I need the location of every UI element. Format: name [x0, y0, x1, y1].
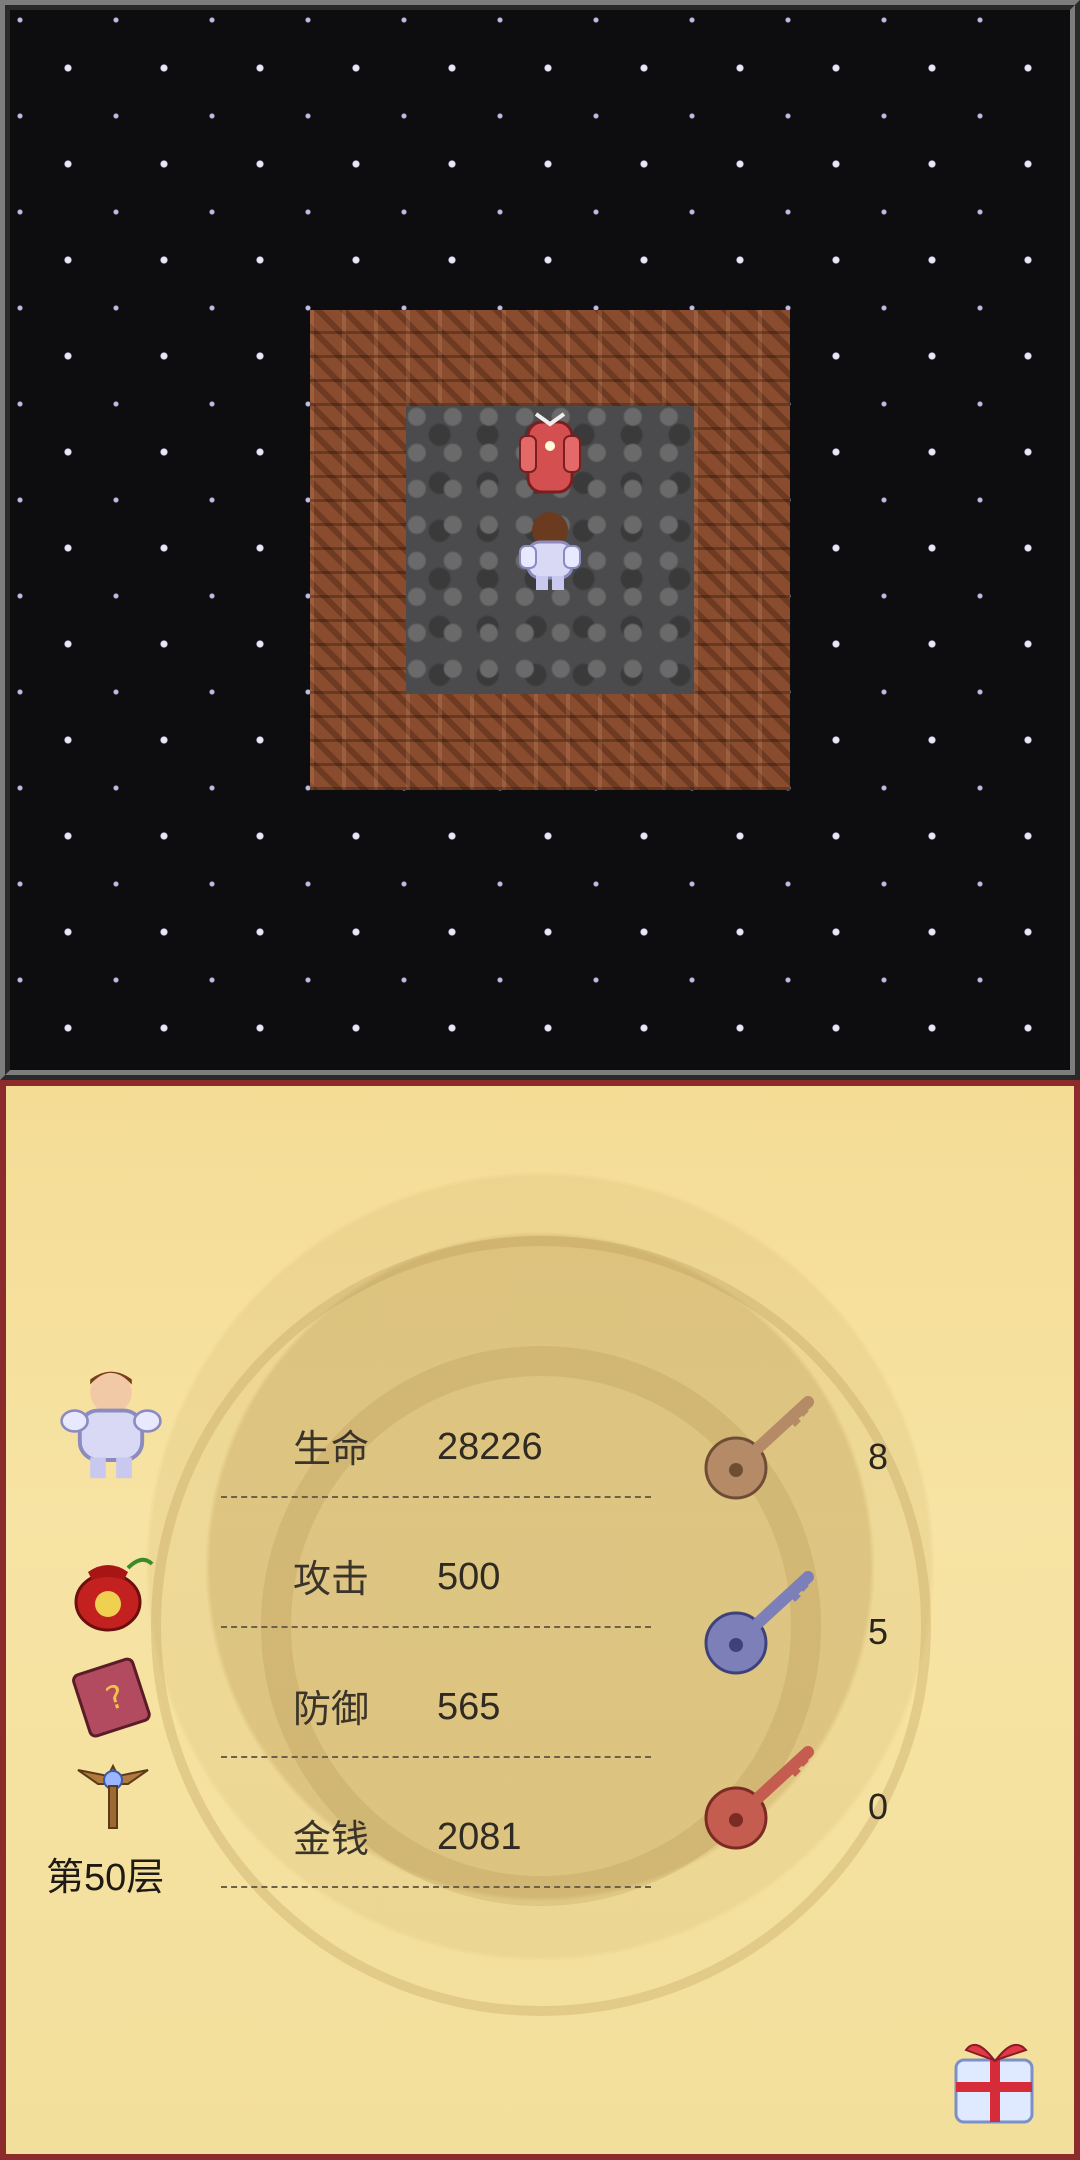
attack-label: 攻击 [293, 1559, 370, 1601]
yellow-key-count: 8 [868, 1436, 889, 1477]
attack-value: 500 [437, 1556, 501, 1598]
fly-wand-icon[interactable] [68, 1746, 158, 1836]
status-panel: ? 第50层 生命 28226 攻击 500 防御 565 金钱 2081 8 … [0, 1080, 1080, 2160]
hp-label: 生命 [293, 1429, 370, 1471]
blue-key-icon [704, 1571, 814, 1675]
gold-label: 金钱 [293, 1819, 370, 1861]
defense-label: 防御 [293, 1689, 370, 1731]
hero-portrait-icon [60, 1371, 162, 1479]
game-board[interactable] [0, 0, 1080, 1080]
red-key-count: 0 [868, 1786, 889, 1827]
floor-tiles [406, 406, 694, 694]
yellow-key-icon [704, 1396, 814, 1500]
monster-manual-icon[interactable]: ? [68, 1651, 158, 1741]
wall-room [310, 310, 790, 790]
floor-indicator: 第50层 [46, 1857, 165, 1899]
lucky-bag-icon[interactable] [66, 1546, 156, 1636]
red-key-icon [704, 1746, 814, 1850]
gold-value: 2081 [437, 1816, 522, 1858]
stat-row-gold: 金钱 2081 [221, 1756, 651, 1888]
blue-key-count: 5 [868, 1611, 889, 1652]
stat-row-hp: 生命 28226 [221, 1366, 651, 1498]
stat-row-defense: 防御 565 [221, 1626, 651, 1758]
red-armored-knight-sprite[interactable] [502, 406, 598, 502]
stat-row-attack: 攻击 500 [221, 1496, 651, 1628]
hero-sprite[interactable] [502, 502, 598, 598]
hp-value: 28226 [437, 1426, 543, 1468]
gift-icon[interactable] [936, 2016, 1056, 2136]
defense-value: 565 [437, 1686, 501, 1728]
